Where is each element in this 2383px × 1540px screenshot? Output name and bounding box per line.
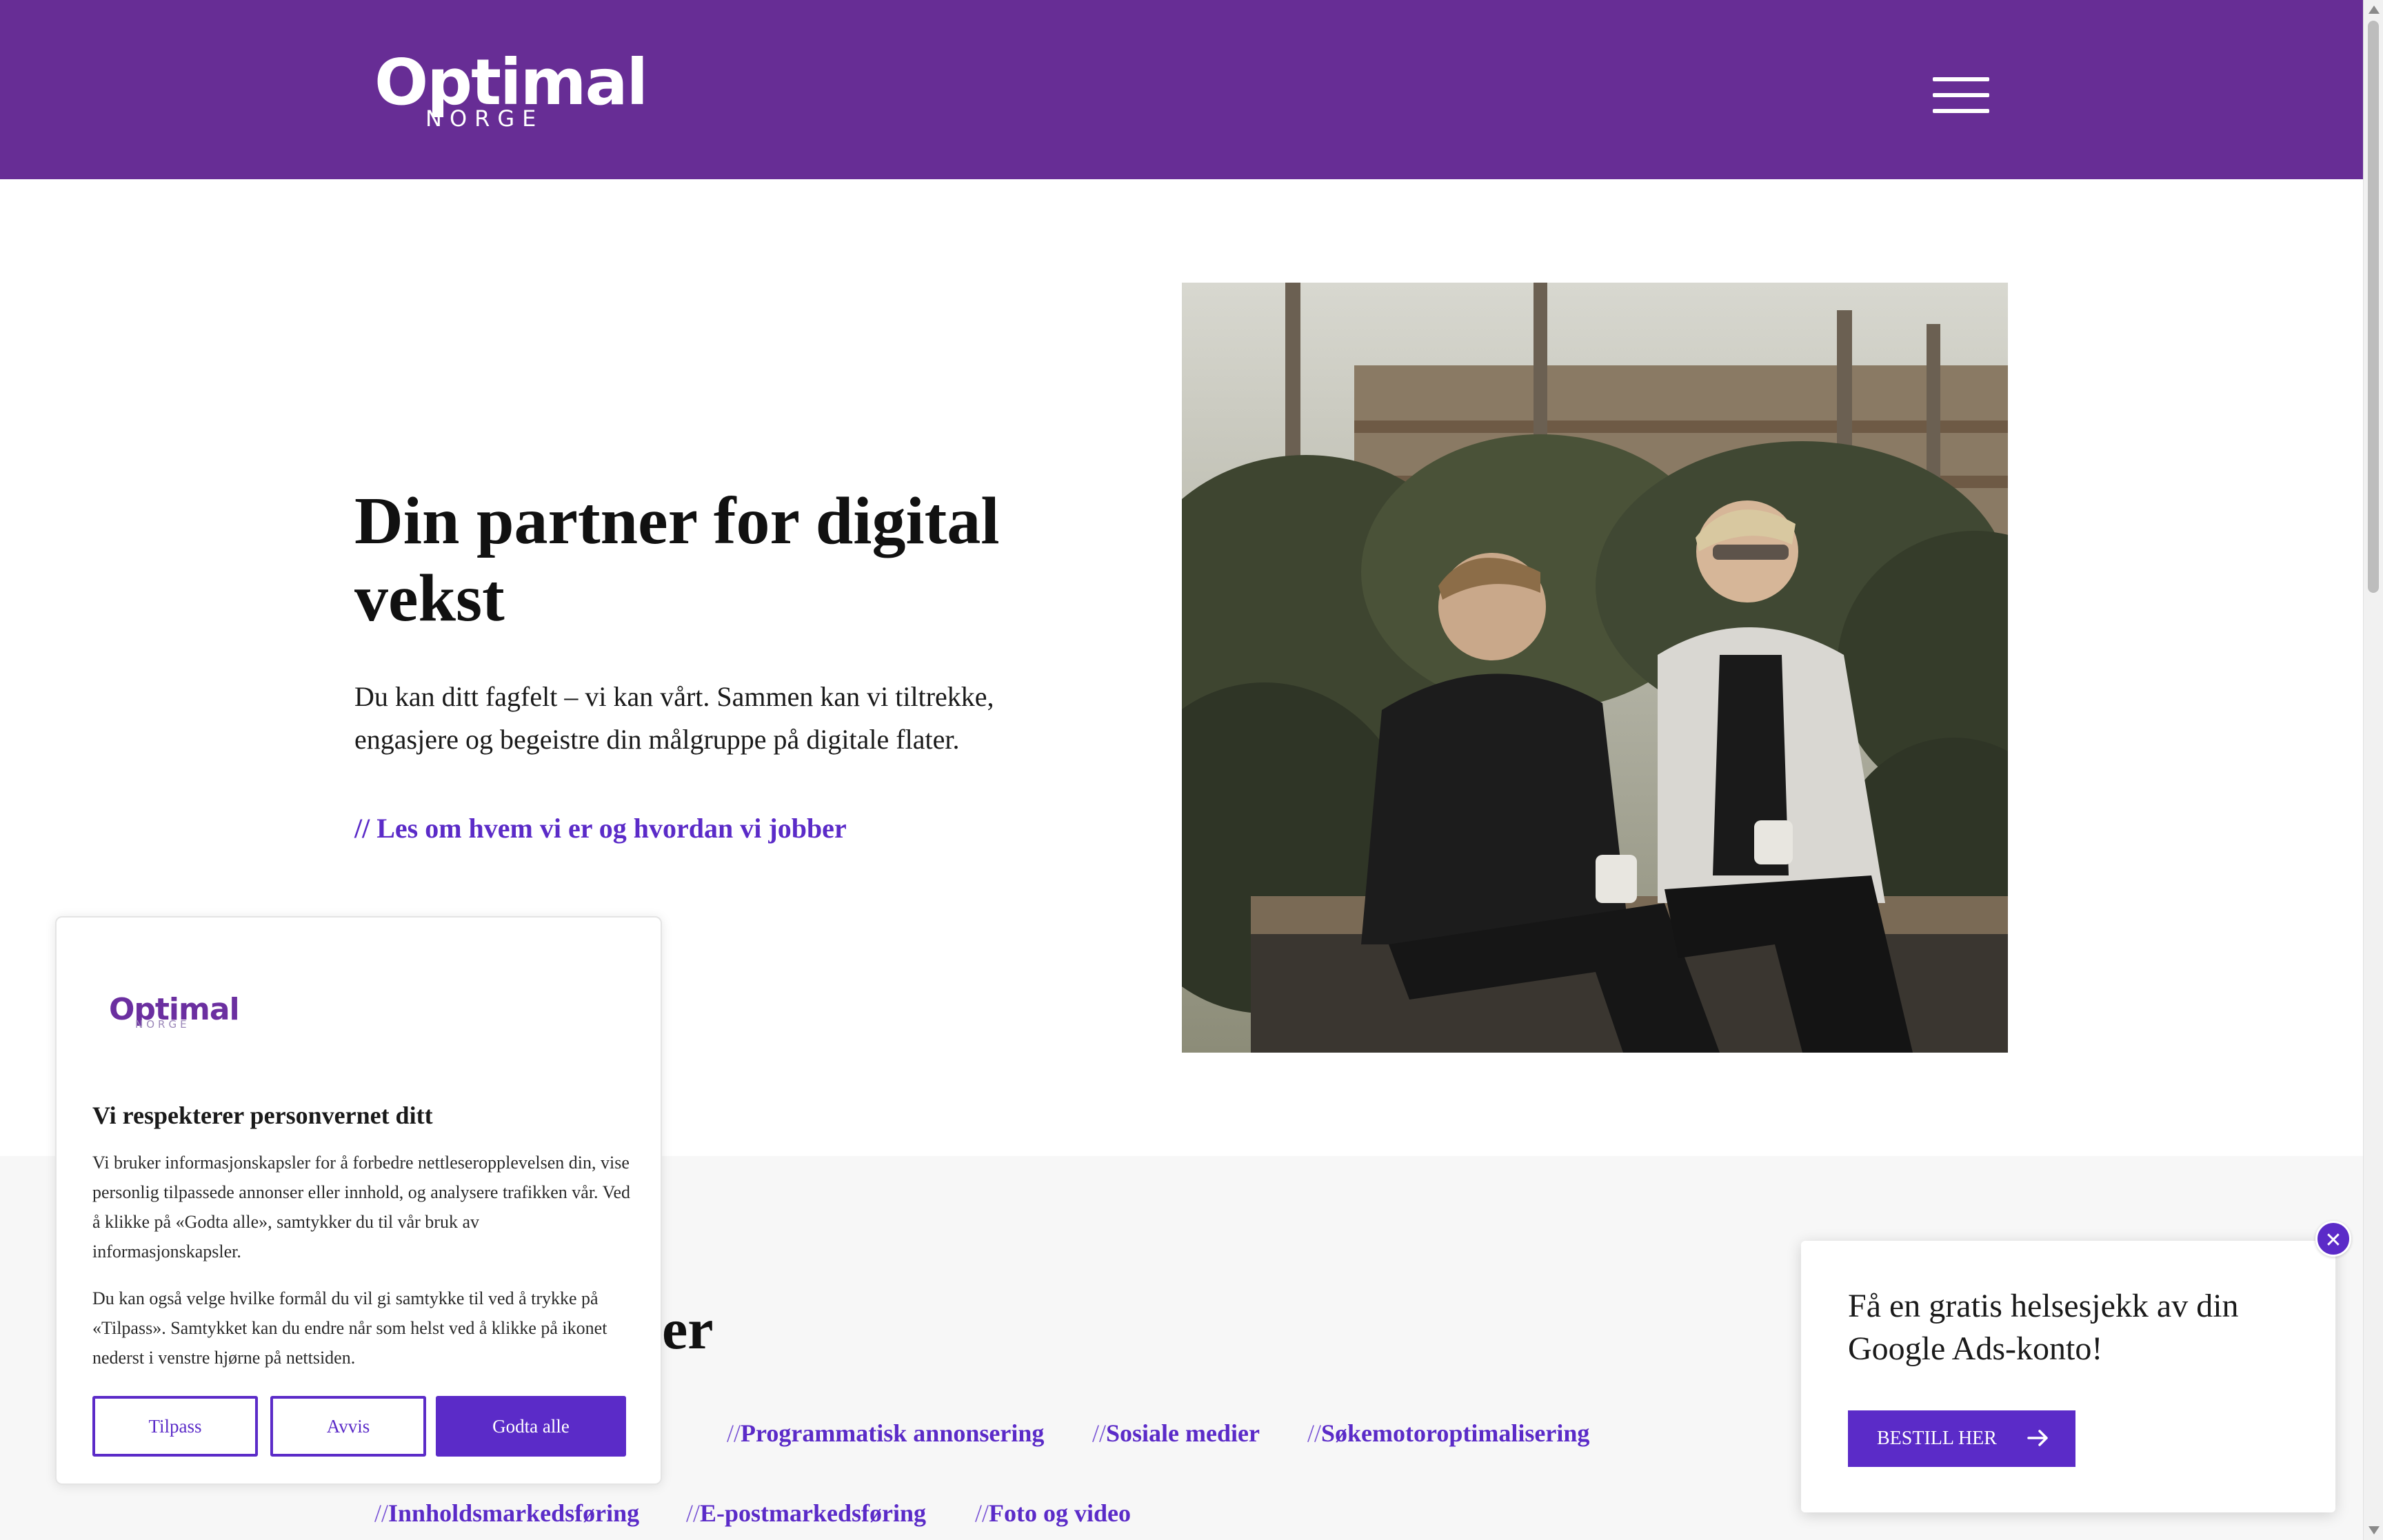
cookie-customize-button[interactable]: Tilpass [92, 1396, 258, 1457]
service-link-programmatic[interactable]: //Programmatisk annonsering [727, 1419, 1044, 1448]
about-us-link[interactable]: // Les om hvem vi er og hvordan vi jobbe… [354, 812, 847, 844]
promo-text: Få en gratis helsesjekk av din Google Ad… [1848, 1288, 2239, 1367]
order-button[interactable]: BESTILL HER [1848, 1410, 2075, 1467]
service-link-email-marketing[interactable]: //E-postmarkedsføring [686, 1499, 926, 1528]
cookie-reject-button[interactable]: Avvis [270, 1396, 426, 1457]
scroll-down-icon[interactable] [2369, 1526, 2380, 1534]
scroll-up-icon[interactable] [2369, 6, 2380, 14]
arrow-right-icon [2027, 1430, 2048, 1446]
hero-description: Du kan ditt fagfelt – vi kan vårt. Samme… [354, 681, 994, 755]
services-heading: er [662, 1297, 714, 1361]
close-icon[interactable]: ✕ [2315, 1221, 2351, 1257]
cookie-description: Vi bruker informasjonskapsler for å forb… [92, 1153, 631, 1262]
logo-subtitle: NORGE [425, 105, 544, 132]
cookie-consent-info: Du kan også velge hvilke formål du vil g… [92, 1288, 607, 1368]
cookie-accept-all-button[interactable]: Godta alle [436, 1396, 626, 1457]
hero-title: Din partner for digital vekst [354, 484, 1000, 636]
promo-popup: Få en gratis helsesjekk av din Google Ad… [1801, 1241, 2335, 1512]
page-scrollbar[interactable] [2363, 0, 2383, 1540]
cookie-logo-subtitle: NORGE [135, 1018, 190, 1031]
site-logo[interactable]: Optimal NORGE [374, 51, 648, 132]
hero-photo [1182, 283, 2008, 1053]
cookie-consent-banner: Optimal NORGE Vi respekterer personverne… [55, 916, 662, 1485]
service-link-seo[interactable]: //Søkemotoroptimalisering [1307, 1419, 1589, 1448]
order-button-label: BESTILL HER [1877, 1428, 1997, 1449]
service-link-photo-video[interactable]: //Foto og video [975, 1499, 1131, 1528]
hero-photo-illustration [1182, 283, 2008, 1053]
hamburger-icon[interactable] [1933, 77, 1989, 113]
service-link-social-media[interactable]: //Sosiale medier [1092, 1419, 1260, 1448]
cookie-title: Vi respekterer personvernet ditt [92, 1102, 433, 1129]
site-header: Optimal NORGE [0, 0, 2363, 179]
scrollbar-thumb[interactable] [2368, 21, 2379, 593]
cookie-logo: Optimal NORGE [109, 995, 240, 1031]
service-link-content-marketing[interactable]: //Innholdsmarkedsføring [374, 1499, 639, 1528]
